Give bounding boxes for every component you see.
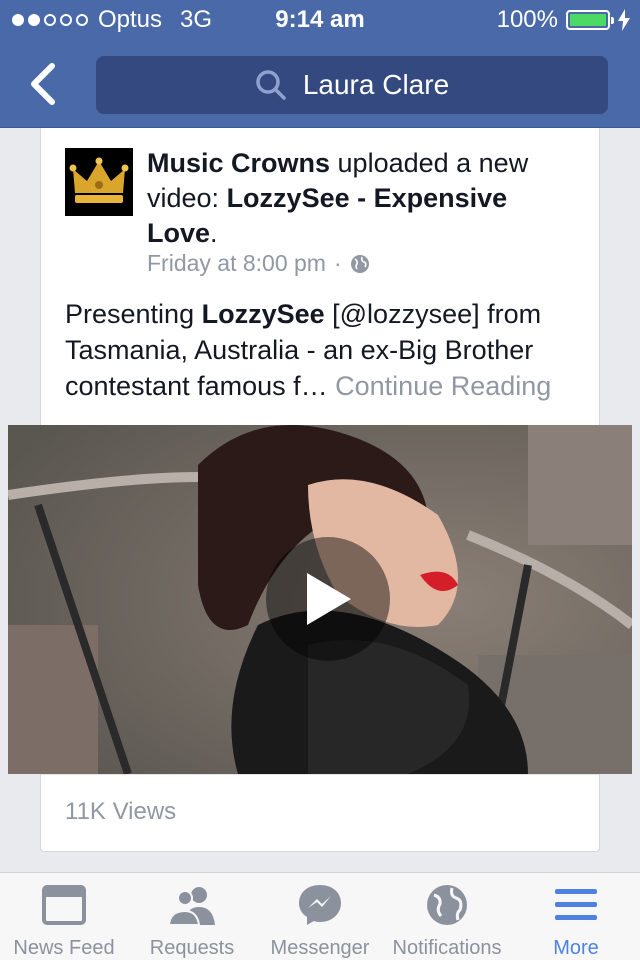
tab-label: More (553, 937, 599, 959)
battery-info: 100% (497, 6, 630, 34)
tab-bar: News Feed Requests Messenger Notificatio… (0, 872, 640, 960)
charging-icon (618, 9, 630, 31)
tab-label: Notifications (392, 937, 502, 959)
battery-percent: 100% (496, 6, 558, 33)
author-avatar[interactable] (65, 148, 133, 216)
tab-label: Messenger (270, 937, 370, 959)
crown-icon (69, 157, 129, 203)
menu-icon (555, 889, 597, 920)
chevron-left-icon (31, 63, 55, 105)
post-meta: Friday at 8:00 pm · (147, 250, 370, 277)
status-bar: Optus 3G 9:14 am 100% (0, 0, 640, 40)
search-field[interactable]: Laura Clare (96, 56, 608, 114)
search-text: Laura Clare (302, 69, 450, 100)
post-headline: Music Crowns uploaded a new video: Lozzy… (147, 146, 577, 251)
author-name[interactable]: Music Crowns (147, 148, 330, 178)
search-icon (256, 70, 286, 100)
battery-icon (566, 10, 614, 30)
tab-label: Requests (149, 937, 235, 959)
tab-more[interactable]: More (530, 873, 622, 960)
tab-label: News Feed (13, 937, 115, 959)
tab-news-feed[interactable]: News Feed (8, 873, 120, 960)
continue-reading-link[interactable]: Continue Reading (335, 371, 551, 401)
card-divider (41, 774, 599, 775)
play-button[interactable] (266, 537, 390, 661)
meta-separator: · (333, 250, 342, 276)
tab-requests[interactable]: Requests (136, 873, 248, 960)
headline-period: . (210, 218, 218, 248)
tab-notifications[interactable]: Notifications (386, 873, 508, 960)
mentioned-artist[interactable]: LozzySee (202, 299, 325, 329)
back-button[interactable] (24, 60, 64, 108)
nav-bar: Laura Clare (0, 40, 640, 128)
globe-icon (350, 254, 369, 273)
requests-icon (167, 887, 215, 925)
video-player[interactable] (8, 425, 632, 774)
tab-messenger[interactable]: Messenger (262, 873, 378, 960)
news-feed-icon (42, 885, 86, 925)
globe-icon (427, 885, 467, 925)
post-timestamp[interactable]: Friday at 8:00 pm (147, 250, 326, 277)
play-icon (307, 573, 351, 625)
view-count: 11K Views (65, 798, 177, 825)
body-prefix: Presenting (65, 299, 202, 329)
messenger-icon (299, 885, 341, 925)
post-body: Presenting LozzySee [@lozzysee] from Tas… (65, 296, 585, 404)
